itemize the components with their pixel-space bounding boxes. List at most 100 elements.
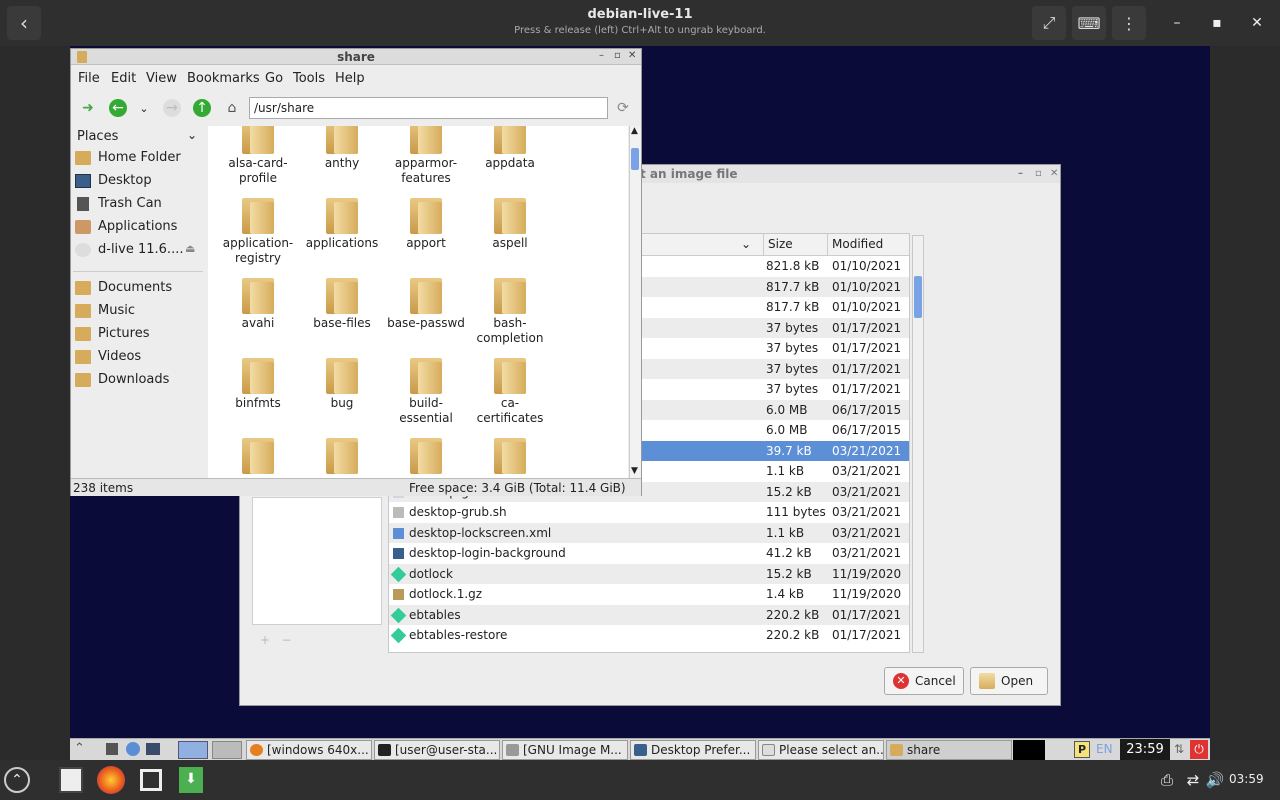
column-modified[interactable]: Modified	[827, 234, 883, 256]
close-button[interactable]: ✕	[1246, 12, 1268, 34]
folder-item[interactable]: aspell	[468, 196, 552, 251]
remove-icon[interactable]: −	[282, 633, 292, 647]
tray-p-icon[interactable]: P	[1074, 741, 1090, 758]
scroll-down-icon[interactable]: ▼	[631, 466, 638, 476]
task-select-image[interactable]: Please select an...	[758, 740, 884, 760]
menu-button[interactable]: ⋮	[1112, 6, 1146, 40]
table-row[interactable]: ebtables-restore 220.2 kB 01/17/2021	[389, 625, 909, 646]
place-drive[interactable]: d-live 11.6.... ⏏	[75, 240, 205, 260]
add-icon[interactable]: +	[260, 633, 270, 647]
folder-item[interactable]: alsa-card-profile	[216, 126, 300, 186]
bookmark-videos[interactable]: Videos	[75, 347, 205, 367]
task-share[interactable]: share	[886, 740, 1012, 760]
maximize-button[interactable]: ▪	[1206, 12, 1228, 34]
folder-item[interactable]: build-essential	[384, 356, 468, 426]
folder-item[interactable]	[468, 436, 552, 476]
folder-item[interactable]: binfmts	[216, 356, 300, 411]
dialog-close-icon[interactable]: ✕	[1050, 165, 1058, 183]
folder-item[interactable]: anthy	[300, 126, 384, 171]
places-chevron-icon[interactable]: ⌄	[187, 128, 197, 142]
folder-item[interactable]: apparmor-features	[384, 126, 468, 186]
network-icon[interactable]: ⇅	[1174, 742, 1184, 756]
folder-item[interactable]: base-passwd	[384, 276, 468, 331]
firefox-icon[interactable]	[96, 765, 126, 795]
file-manager-icon[interactable]	[146, 743, 160, 755]
folder-item[interactable]: avahi	[216, 276, 300, 331]
workspace-switcher[interactable]	[178, 741, 208, 759]
menu-edit[interactable]: Edit	[111, 71, 136, 86]
column-size[interactable]: Size	[763, 234, 793, 256]
browser-icon[interactable]	[126, 742, 140, 756]
table-row[interactable]: desktop-grub.sh 111 bytes 03/21/2021	[389, 502, 909, 523]
keyboard-button[interactable]: ⌨	[1072, 6, 1106, 40]
window-maximize-icon[interactable]: ▫	[614, 50, 621, 61]
power-icon[interactable]: ⏻	[1190, 740, 1208, 759]
folder-item[interactable]: bash-completion	[468, 276, 552, 346]
table-row[interactable]: desktop-login-background 41.2 kB 03/21/202…	[389, 543, 909, 564]
table-row[interactable]: ebtables 220.2 kB 01/17/2021	[389, 604, 909, 625]
history-chevron-icon[interactable]: ⌄	[135, 99, 153, 117]
file-manager-titlebar[interactable]: share – ▫ ✕	[71, 49, 641, 65]
bookmark-documents[interactable]: Documents	[75, 278, 205, 298]
scroll-up-icon[interactable]: ▲	[631, 126, 638, 136]
place-applications[interactable]: Applications	[75, 217, 205, 237]
crop-app-icon[interactable]	[136, 765, 166, 795]
folder-item[interactable]	[216, 436, 300, 476]
task-gimp[interactable]: [GNU Image M...	[502, 740, 628, 760]
host-clock[interactable]: 03:59	[1229, 772, 1264, 786]
icon-view-scrollbar[interactable]: ▲ ▼	[629, 126, 641, 478]
table-row[interactable]: dotlock 15.2 kB 11/19/2020	[389, 563, 909, 584]
task-desktop-preferences[interactable]: Desktop Prefer...	[630, 740, 756, 760]
place-desktop[interactable]: Desktop	[75, 171, 205, 191]
eject-icon[interactable]: ⏏	[185, 242, 195, 255]
up-icon[interactable]: ↑	[193, 99, 211, 117]
folder-item[interactable]: apport	[384, 196, 468, 251]
language-indicator[interactable]: EN	[1096, 742, 1113, 756]
dialog-maximize-icon[interactable]: ▫	[1035, 165, 1042, 183]
path-input[interactable]: /usr/share	[249, 97, 608, 119]
task-windows[interactable]: [windows 640x...	[246, 740, 372, 760]
sort-chevron-icon[interactable]: ⌄	[741, 237, 751, 251]
cancel-button[interactable]: ✕ Cancel	[884, 667, 964, 695]
menu-go[interactable]: Go	[265, 71, 283, 86]
launcher-icon[interactable]: ⌃	[74, 741, 85, 756]
menu-bookmarks[interactable]: Bookmarks	[187, 71, 260, 86]
menu-help[interactable]: Help	[335, 71, 365, 86]
menu-view[interactable]: View	[146, 71, 177, 86]
file-list-scrollbar[interactable]	[912, 235, 924, 653]
forward-icon[interactable]: →	[163, 99, 181, 117]
folder-item[interactable]: appdata	[468, 126, 552, 171]
folder-item[interactable]: applications	[300, 196, 384, 251]
scrollbar-thumb[interactable]	[914, 276, 922, 318]
minimize-button[interactable]: –	[1166, 12, 1188, 34]
dialog-minimize-icon[interactable]: –	[1018, 165, 1023, 183]
bookmark-music[interactable]: Music	[75, 301, 205, 321]
task-terminal[interactable]: [user@user-sta...	[374, 740, 500, 760]
place-trash[interactable]: Trash Can	[75, 194, 205, 214]
home-icon[interactable]: ⌂	[223, 99, 241, 117]
table-row[interactable]: desktop-lockscreen.xml 1.1 kB 03/21/2021	[389, 522, 909, 543]
window-minimize-icon[interactable]: –	[599, 50, 604, 61]
fullscreen-button[interactable]: ⤢	[1032, 6, 1066, 40]
folder-item[interactable]: bug	[300, 356, 384, 411]
folder-item[interactable]: ca-certificates	[468, 356, 552, 426]
place-home-folder[interactable]: Home Folder	[75, 148, 205, 168]
open-button[interactable]: Open	[970, 667, 1048, 695]
workspace-2[interactable]	[212, 741, 242, 759]
file-cabinet-icon[interactable]	[56, 765, 86, 795]
back-icon[interactable]: ←	[109, 99, 127, 117]
menu-tools[interactable]: Tools	[293, 71, 325, 86]
volume-icon[interactable]: 🔊	[1200, 765, 1230, 795]
folder-item[interactable]: base-files	[300, 276, 384, 331]
table-row[interactable]: dotlock.1.gz 1.4 kB 11/19/2020	[389, 584, 909, 605]
window-close-icon[interactable]: ✕	[628, 50, 636, 61]
system-menu-icon[interactable]: ⌃	[2, 765, 32, 795]
show-desktop-icon[interactable]	[106, 743, 118, 755]
new-tab-icon[interactable]: ➜	[79, 99, 97, 117]
scrollbar-thumb[interactable]	[631, 148, 639, 170]
bookmark-downloads[interactable]: Downloads	[75, 370, 205, 390]
vm-clock[interactable]: 23:59	[1120, 739, 1170, 760]
folder-item[interactable]	[384, 436, 468, 476]
menu-file[interactable]: File	[78, 71, 100, 86]
folder-item[interactable]: application-registry	[216, 196, 300, 266]
